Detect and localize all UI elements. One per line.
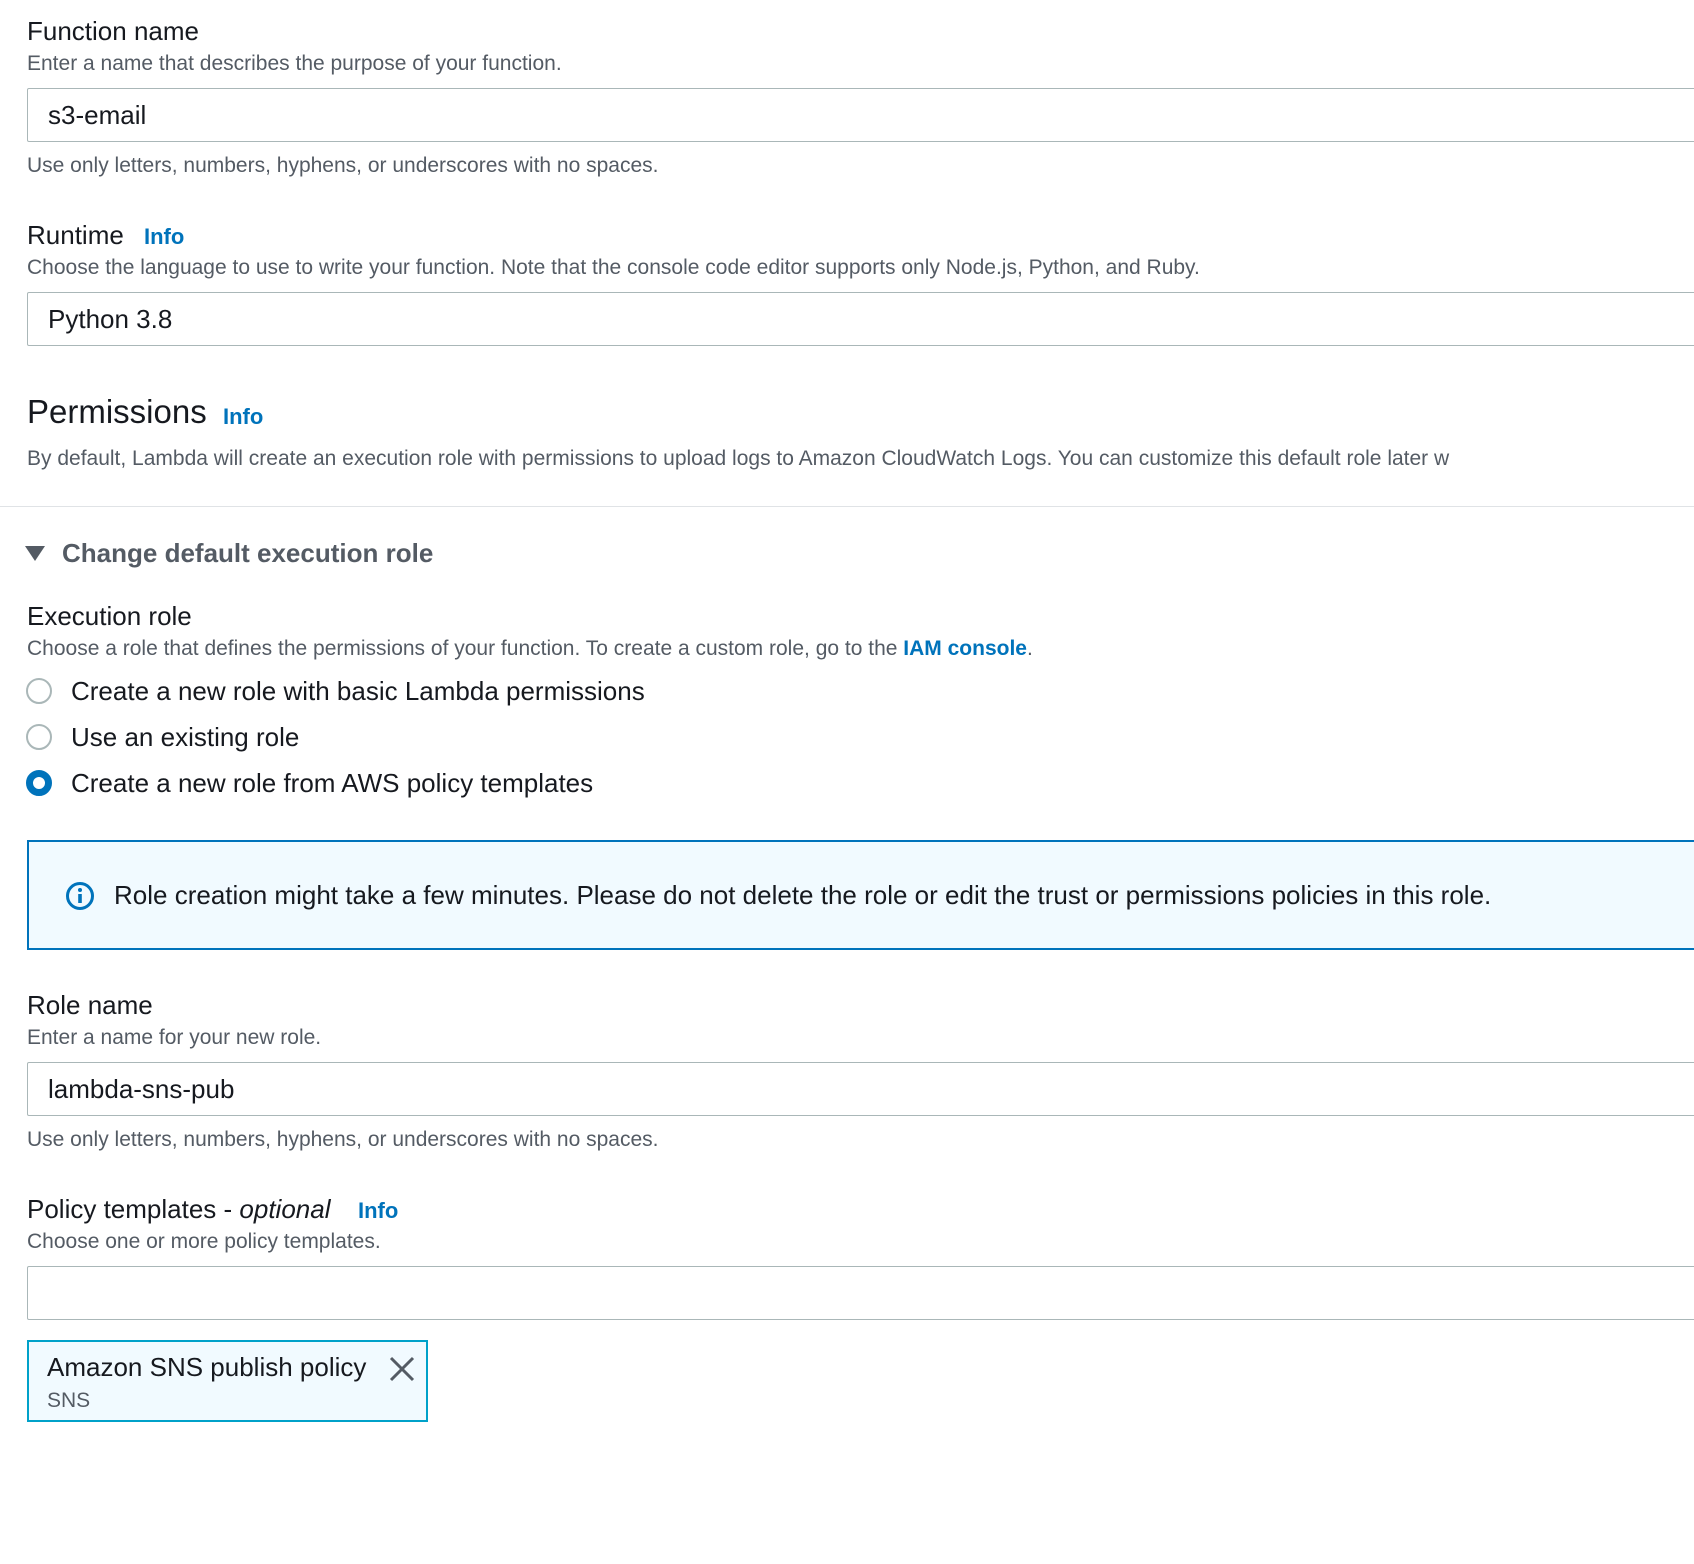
execution-role-description: Choose a role that defines the permissio…: [27, 637, 1033, 661]
runtime-description: Choose the language to use to write your…: [27, 256, 1200, 279]
close-icon[interactable]: [389, 1356, 415, 1382]
info-circle-icon: [66, 882, 94, 910]
radio-policy-templates-role[interactable]: [26, 770, 52, 796]
role-name-constraint: Use only letters, numbers, hyphens, or u…: [27, 1128, 659, 1151]
function-name-description: Enter a name that describes the purpose …: [27, 52, 562, 75]
radio-label-policy-templates-role[interactable]: Create a new role from AWS policy templa…: [71, 768, 593, 799]
iam-console-link[interactable]: IAM console: [903, 637, 1027, 660]
policy-templates-info-link[interactable]: Info: [358, 1198, 398, 1224]
token-sublabel: SNS: [47, 1389, 91, 1412]
radio-use-existing-role[interactable]: [26, 724, 52, 750]
role-name-description: Enter a name for your new role.: [27, 1026, 322, 1049]
caret-down-icon: [25, 545, 45, 561]
runtime-selected-value: Python 3.8: [48, 304, 173, 334]
change-default-role-expander[interactable]: Change default execution role: [25, 538, 433, 568]
section-divider: [0, 506, 1694, 507]
token-label: Amazon SNS publish policy: [47, 1352, 367, 1382]
radio-label-use-existing-role[interactable]: Use an existing role: [71, 722, 299, 753]
expander-label: Change default execution role: [62, 537, 434, 568]
policy-token-sns-publish: Amazon SNS publish policy SNS: [27, 1340, 428, 1422]
runtime-info-link[interactable]: Info: [144, 224, 184, 250]
permissions-description: By default, Lambda will create an execut…: [27, 447, 1450, 470]
execution-role-description-text: Choose a role that defines the permissio…: [27, 637, 904, 660]
runtime-label: Runtime: [27, 220, 124, 250]
policy-templates-label: Policy templates - optional: [27, 1194, 330, 1225]
function-name-label: Function name: [27, 16, 199, 46]
alert-message: Role creation might take a few minutes. …: [114, 880, 1492, 910]
function-name-constraint: Use only letters, numbers, hyphens, or u…: [27, 154, 659, 177]
role-name-label: Role name: [27, 990, 153, 1020]
policy-templates-input[interactable]: [27, 1266, 1694, 1320]
execution-role-label: Execution role: [27, 601, 192, 631]
radio-label-create-basic-role[interactable]: Create a new role with basic Lambda perm…: [71, 676, 645, 707]
role-name-input[interactable]: [27, 1062, 1694, 1116]
permissions-heading: Permissions: [27, 393, 207, 430]
policy-templates-optional: optional: [239, 1194, 331, 1224]
radio-create-basic-role[interactable]: [26, 678, 52, 704]
execution-role-description-suffix: .: [1026, 637, 1033, 660]
function-name-input[interactable]: [27, 88, 1694, 142]
policy-templates-description: Choose one or more policy templates.: [27, 1230, 381, 1253]
role-creation-alert: Role creation might take a few minutes. …: [27, 840, 1694, 950]
runtime-select[interactable]: Python 3.8: [27, 292, 1694, 346]
permissions-info-link[interactable]: Info: [223, 404, 263, 430]
policy-templates-label-text: Policy templates -: [27, 1194, 240, 1224]
